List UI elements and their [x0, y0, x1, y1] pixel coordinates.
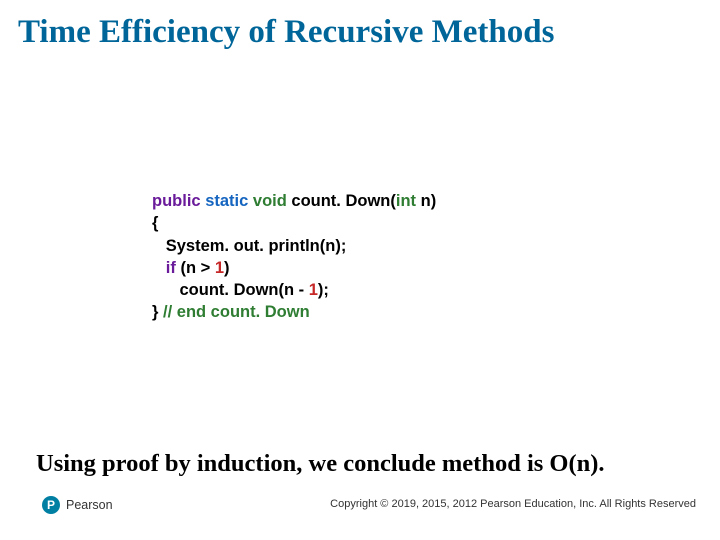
if-cond-pre: (n > — [176, 259, 215, 277]
end-comment: // end count. Down — [163, 303, 310, 321]
method-name: count. Down( — [287, 192, 396, 210]
recurse-post: ); — [318, 281, 329, 299]
slide: Time Efficiency of Recursive Methods pub… — [0, 0, 720, 540]
if-cond-post: ) — [224, 259, 230, 277]
literal-one-b: 1 — [309, 281, 318, 299]
brand-logo: P Pearson — [42, 496, 113, 514]
code-line-if: if (n > 1) — [152, 257, 436, 279]
close-brace: } — [152, 303, 163, 321]
param-end: n) — [416, 192, 436, 210]
keyword-int: int — [396, 192, 416, 210]
keyword-static: static — [205, 192, 248, 210]
code-line-recurse: count. Down(n - 1); — [152, 279, 436, 301]
slide-title: Time Efficiency of Recursive Methods — [0, 0, 720, 50]
keyword-if: if — [166, 259, 176, 277]
brand-badge-icon: P — [42, 496, 60, 514]
keyword-public: public — [152, 192, 201, 210]
code-line-signature: public static void count. Down(int n) — [152, 190, 436, 212]
code-line-print: System. out. println(n); — [152, 235, 436, 257]
recurse-pre: count. Down(n - — [152, 281, 309, 299]
code-block: public static void count. Down(int n) { … — [152, 190, 436, 324]
code-line-open-brace: { — [152, 212, 436, 234]
keyword-void: void — [253, 192, 287, 210]
conclusion-text: Using proof by induction, we conclude me… — [36, 450, 605, 478]
literal-one-a: 1 — [215, 259, 224, 277]
copyright-text: Copyright © 2019, 2015, 2012 Pearson Edu… — [330, 498, 696, 510]
brand-initial: P — [47, 498, 55, 512]
code-line-close: } // end count. Down — [152, 301, 436, 323]
brand-name: Pearson — [66, 498, 113, 512]
